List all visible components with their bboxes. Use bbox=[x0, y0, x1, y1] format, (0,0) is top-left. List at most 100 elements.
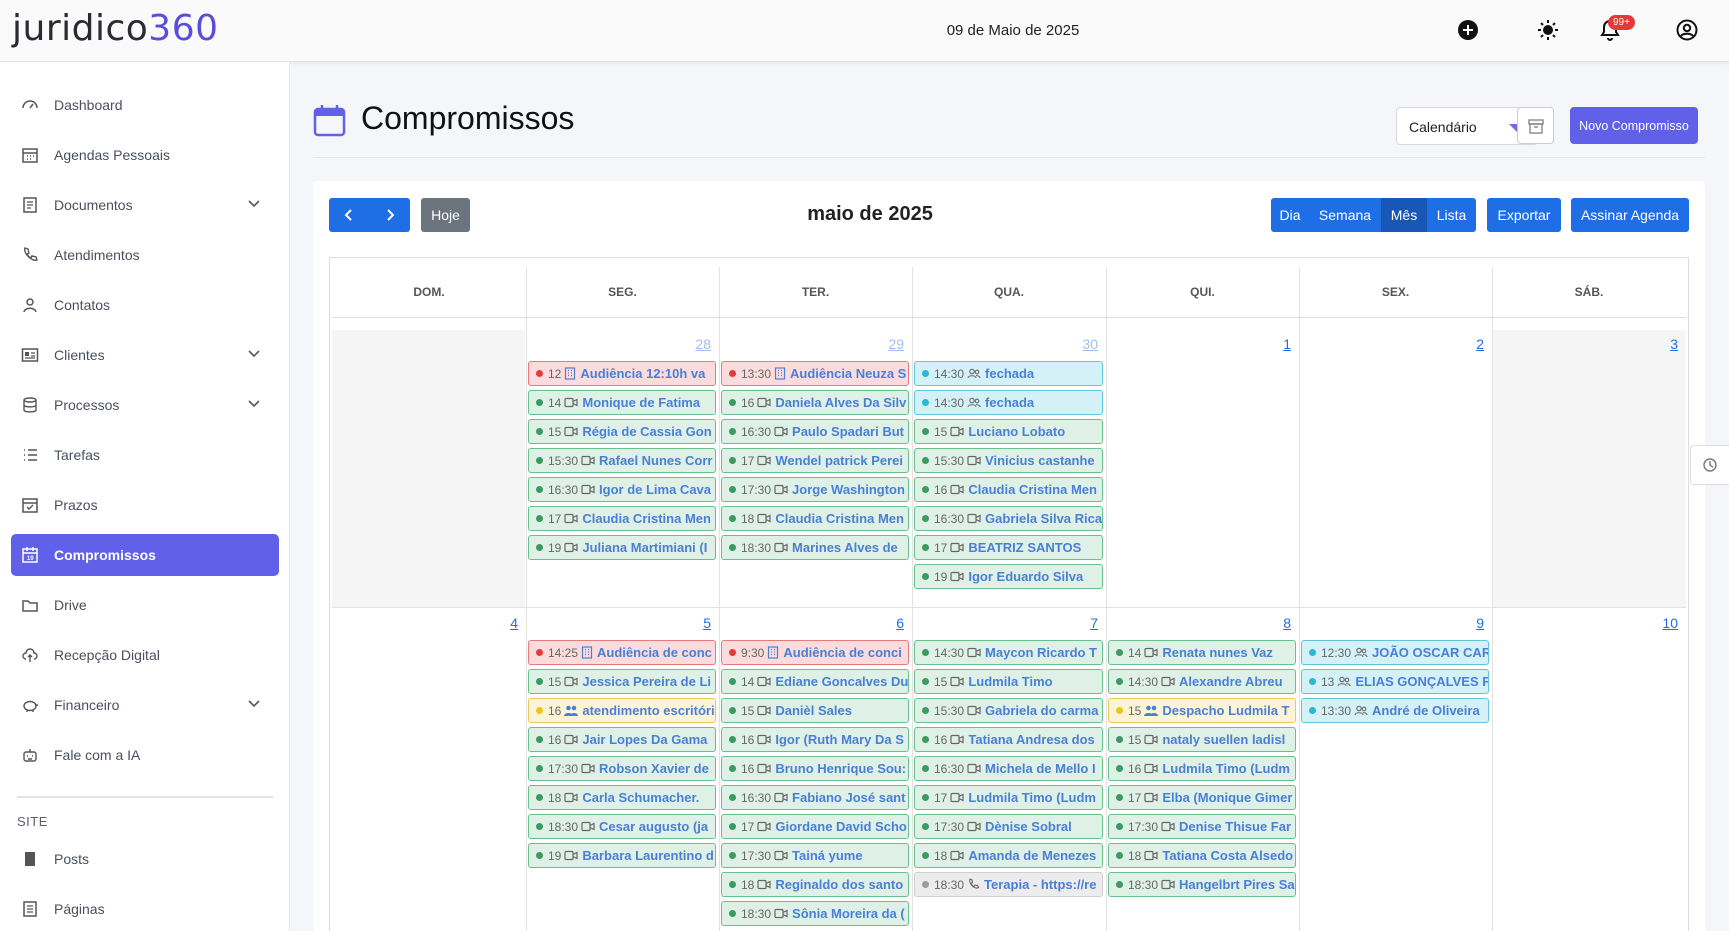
sidebar-item-recepcao-digital[interactable]: Recepção Digital bbox=[11, 634, 279, 676]
calendar-event[interactable]: 19 Igor Eduardo Silva bbox=[914, 564, 1103, 589]
sidebar-item-dashboard[interactable]: Dashboard bbox=[11, 84, 279, 126]
sidebar-item-posts[interactable]: Posts bbox=[11, 838, 279, 880]
calendar-event[interactable]: 16:30 Paulo Spadari But bbox=[721, 419, 909, 444]
calendar-event[interactable]: 18 Reginaldo dos santo bbox=[721, 872, 909, 897]
day-number[interactable]: 2 bbox=[1444, 336, 1484, 352]
calendar-event[interactable]: 17 Wendel patrick Perei bbox=[721, 448, 909, 473]
calendar-event[interactable]: 15 nataly suellen ladisl bbox=[1108, 727, 1296, 752]
day-number[interactable]: 5 bbox=[671, 615, 711, 631]
calendar-event[interactable]: 9:30 Audiência de conci bbox=[721, 640, 909, 665]
next-month-button[interactable] bbox=[369, 198, 410, 232]
calendar-event[interactable]: 14:30 fechada bbox=[914, 390, 1103, 415]
calendar-event[interactable]: 14 Ediane Goncalves Du bbox=[721, 669, 909, 694]
chevron-down-icon[interactable] bbox=[247, 697, 261, 714]
view-week-button[interactable]: Semana bbox=[1309, 198, 1381, 232]
prev-month-button[interactable] bbox=[329, 198, 369, 232]
calendar-event[interactable]: 17 Elba (Monique Gimer bbox=[1108, 785, 1296, 810]
day-number[interactable]: 7 bbox=[1058, 615, 1098, 631]
calendar-event[interactable]: 18:30 Terapia - https://re bbox=[914, 872, 1103, 897]
calendar-event[interactable]: 14:30 Alexandre Abreu bbox=[1108, 669, 1296, 694]
view-day-button[interactable]: Dia bbox=[1271, 198, 1309, 232]
app-logo[interactable]: juridico360 bbox=[12, 8, 219, 49]
day-number[interactable]: 3 bbox=[1638, 336, 1678, 352]
day-number[interactable]: 4 bbox=[478, 615, 518, 631]
calendar-event[interactable]: 16:30 Fabiano José sant bbox=[721, 785, 909, 810]
calendar-event[interactable]: 17:30 Dènise Sobral bbox=[914, 814, 1103, 839]
calendar-event[interactable]: 18 Tatiana Costa Alsedo bbox=[1108, 843, 1296, 868]
day-number[interactable]: 8 bbox=[1251, 615, 1291, 631]
sidebar-item-atendimentos[interactable]: Atendimentos bbox=[11, 234, 279, 276]
chevron-down-icon[interactable] bbox=[247, 197, 261, 214]
add-circle-icon[interactable] bbox=[1455, 17, 1481, 43]
calendar-event[interactable]: 14:30 fechada bbox=[914, 361, 1103, 386]
calendar-event[interactable]: 18 Carla Schumacher. bbox=[528, 785, 716, 810]
side-widget-tab[interactable] bbox=[1690, 445, 1729, 485]
calendar-event[interactable]: 15 Régia de Cassia Gon bbox=[528, 419, 716, 444]
sidebar-item-tarefas[interactable]: Tarefas bbox=[11, 434, 279, 476]
sidebar-item-processos[interactable]: Processos bbox=[11, 384, 279, 426]
calendar-event[interactable]: 16:30 Igor de Lima Cava bbox=[528, 477, 716, 502]
calendar-event[interactable]: 17:30 Jorge Washington bbox=[721, 477, 909, 502]
calendar-event[interactable]: 15 Ludmila Timo bbox=[914, 669, 1103, 694]
day-number[interactable]: 10 bbox=[1638, 615, 1678, 631]
today-button[interactable]: Hoje bbox=[421, 198, 470, 232]
sun-icon[interactable] bbox=[1535, 17, 1561, 43]
archive-button[interactable] bbox=[1517, 107, 1554, 144]
new-appointment-button[interactable]: Novo Compromisso bbox=[1570, 107, 1698, 144]
calendar-event[interactable]: 16 Igor (Ruth Mary Da S bbox=[721, 727, 909, 752]
calendar-event[interactable]: 17:30 Denise Thisue Far bbox=[1108, 814, 1296, 839]
calendar-event[interactable]: 15 Jessica Pereira de Li bbox=[528, 669, 716, 694]
calendar-event[interactable]: 16 Bruno Henrique Sou: bbox=[721, 756, 909, 781]
calendar-event[interactable]: 14 Monique de Fatima bbox=[528, 390, 716, 415]
day-number[interactable]: 28 bbox=[671, 336, 711, 352]
calendar-event[interactable]: 19 Juliana Martimiani (I bbox=[528, 535, 716, 560]
calendar-event[interactable]: 17 Giordane David Scho bbox=[721, 814, 909, 839]
calendar-event[interactable]: 16:30 Gabriela Silva Rica bbox=[914, 506, 1103, 531]
sidebar-item-financeiro[interactable]: Financeiro bbox=[11, 684, 279, 726]
sidebar-item-agendas-pessoais[interactable]: Agendas Pessoais bbox=[11, 134, 279, 176]
chevron-down-icon[interactable] bbox=[247, 397, 261, 414]
sidebar-item-clientes[interactable]: Clientes bbox=[11, 334, 279, 376]
export-button[interactable]: Exportar bbox=[1487, 198, 1561, 232]
calendar-event[interactable]: 18:30 Marines Alves de bbox=[721, 535, 909, 560]
day-number[interactable]: 29 bbox=[864, 336, 904, 352]
calendar-event[interactable]: 15 Despacho Ludmila T bbox=[1108, 698, 1296, 723]
chevron-down-icon[interactable] bbox=[247, 347, 261, 364]
view-month-button[interactable]: Mês bbox=[1381, 198, 1427, 232]
sidebar-item-prazos[interactable]: Prazos bbox=[11, 484, 279, 526]
calendar-event[interactable]: 17 BEATRIZ SANTOS bbox=[914, 535, 1103, 560]
sidebar-item-compromissos[interactable]: 19 Compromissos bbox=[11, 534, 279, 576]
day-number[interactable]: 9 bbox=[1444, 615, 1484, 631]
calendar-event[interactable]: 13 ELIAS GONÇALVES F bbox=[1301, 669, 1489, 694]
calendar-event[interactable]: 17:30 Tainá yume bbox=[721, 843, 909, 868]
calendar-event[interactable]: 17:30 Robson Xavier de bbox=[528, 756, 716, 781]
sidebar-item-documentos[interactable]: Documentos bbox=[11, 184, 279, 226]
calendar-event[interactable]: 16 Jair Lopes Da Gama bbox=[528, 727, 716, 752]
calendar-event[interactable]: 16 Tatiana Andresa dos bbox=[914, 727, 1103, 752]
sidebar-item-fale-com-a-ia[interactable]: Fale com a IA bbox=[11, 734, 279, 776]
calendar-event[interactable]: 12:30 JOÃO OSCAR CAR bbox=[1301, 640, 1489, 665]
calendar-event[interactable]: 15:30 Gabriela do carma bbox=[914, 698, 1103, 723]
calendar-event[interactable]: 15 Danièl Sales bbox=[721, 698, 909, 723]
calendar-event[interactable]: 16 Daniela Alves Da Silv bbox=[721, 390, 909, 415]
day-number[interactable]: 1 bbox=[1251, 336, 1291, 352]
calendar-event[interactable]: 14:30 Maycon Ricardo T bbox=[914, 640, 1103, 665]
calendar-event[interactable]: 16 atendimento escritório bbox=[528, 698, 716, 723]
sidebar-item-contatos[interactable]: Contatos bbox=[11, 284, 279, 326]
calendar-event[interactable]: 16 Ludmila Timo (Ludm bbox=[1108, 756, 1296, 781]
calendar-event[interactable]: 18 Claudia Cristina Men bbox=[721, 506, 909, 531]
calendar-event[interactable]: 13:30 Audiência Neuza S bbox=[721, 361, 909, 386]
user-circle-icon[interactable] bbox=[1674, 17, 1700, 43]
calendar-event[interactable]: 17 Ludmila Timo (Ludm bbox=[914, 785, 1103, 810]
calendar-event[interactable]: 16:30 Michela de Mello I bbox=[914, 756, 1103, 781]
sidebar-item-drive[interactable]: Drive bbox=[11, 584, 279, 626]
sidebar-item-paginas[interactable]: Páginas bbox=[11, 888, 279, 930]
calendar-event[interactable]: 14 Renata nunes Vaz bbox=[1108, 640, 1296, 665]
calendar-event[interactable]: 18:30 Cesar augusto (ja bbox=[528, 814, 716, 839]
calendar-event[interactable]: 15 Luciano Lobato bbox=[914, 419, 1103, 444]
calendar-event[interactable]: 18 Amanda de Menezes bbox=[914, 843, 1103, 868]
calendar-event[interactable]: 19 Barbara Laurentino d bbox=[528, 843, 716, 868]
calendar-event[interactable]: 14:25 Audiência de conc bbox=[528, 640, 716, 665]
calendar-event[interactable]: 13:30 André de Oliveira bbox=[1301, 698, 1489, 723]
calendar-event[interactable]: 16 Claudia Cristina Men bbox=[914, 477, 1103, 502]
